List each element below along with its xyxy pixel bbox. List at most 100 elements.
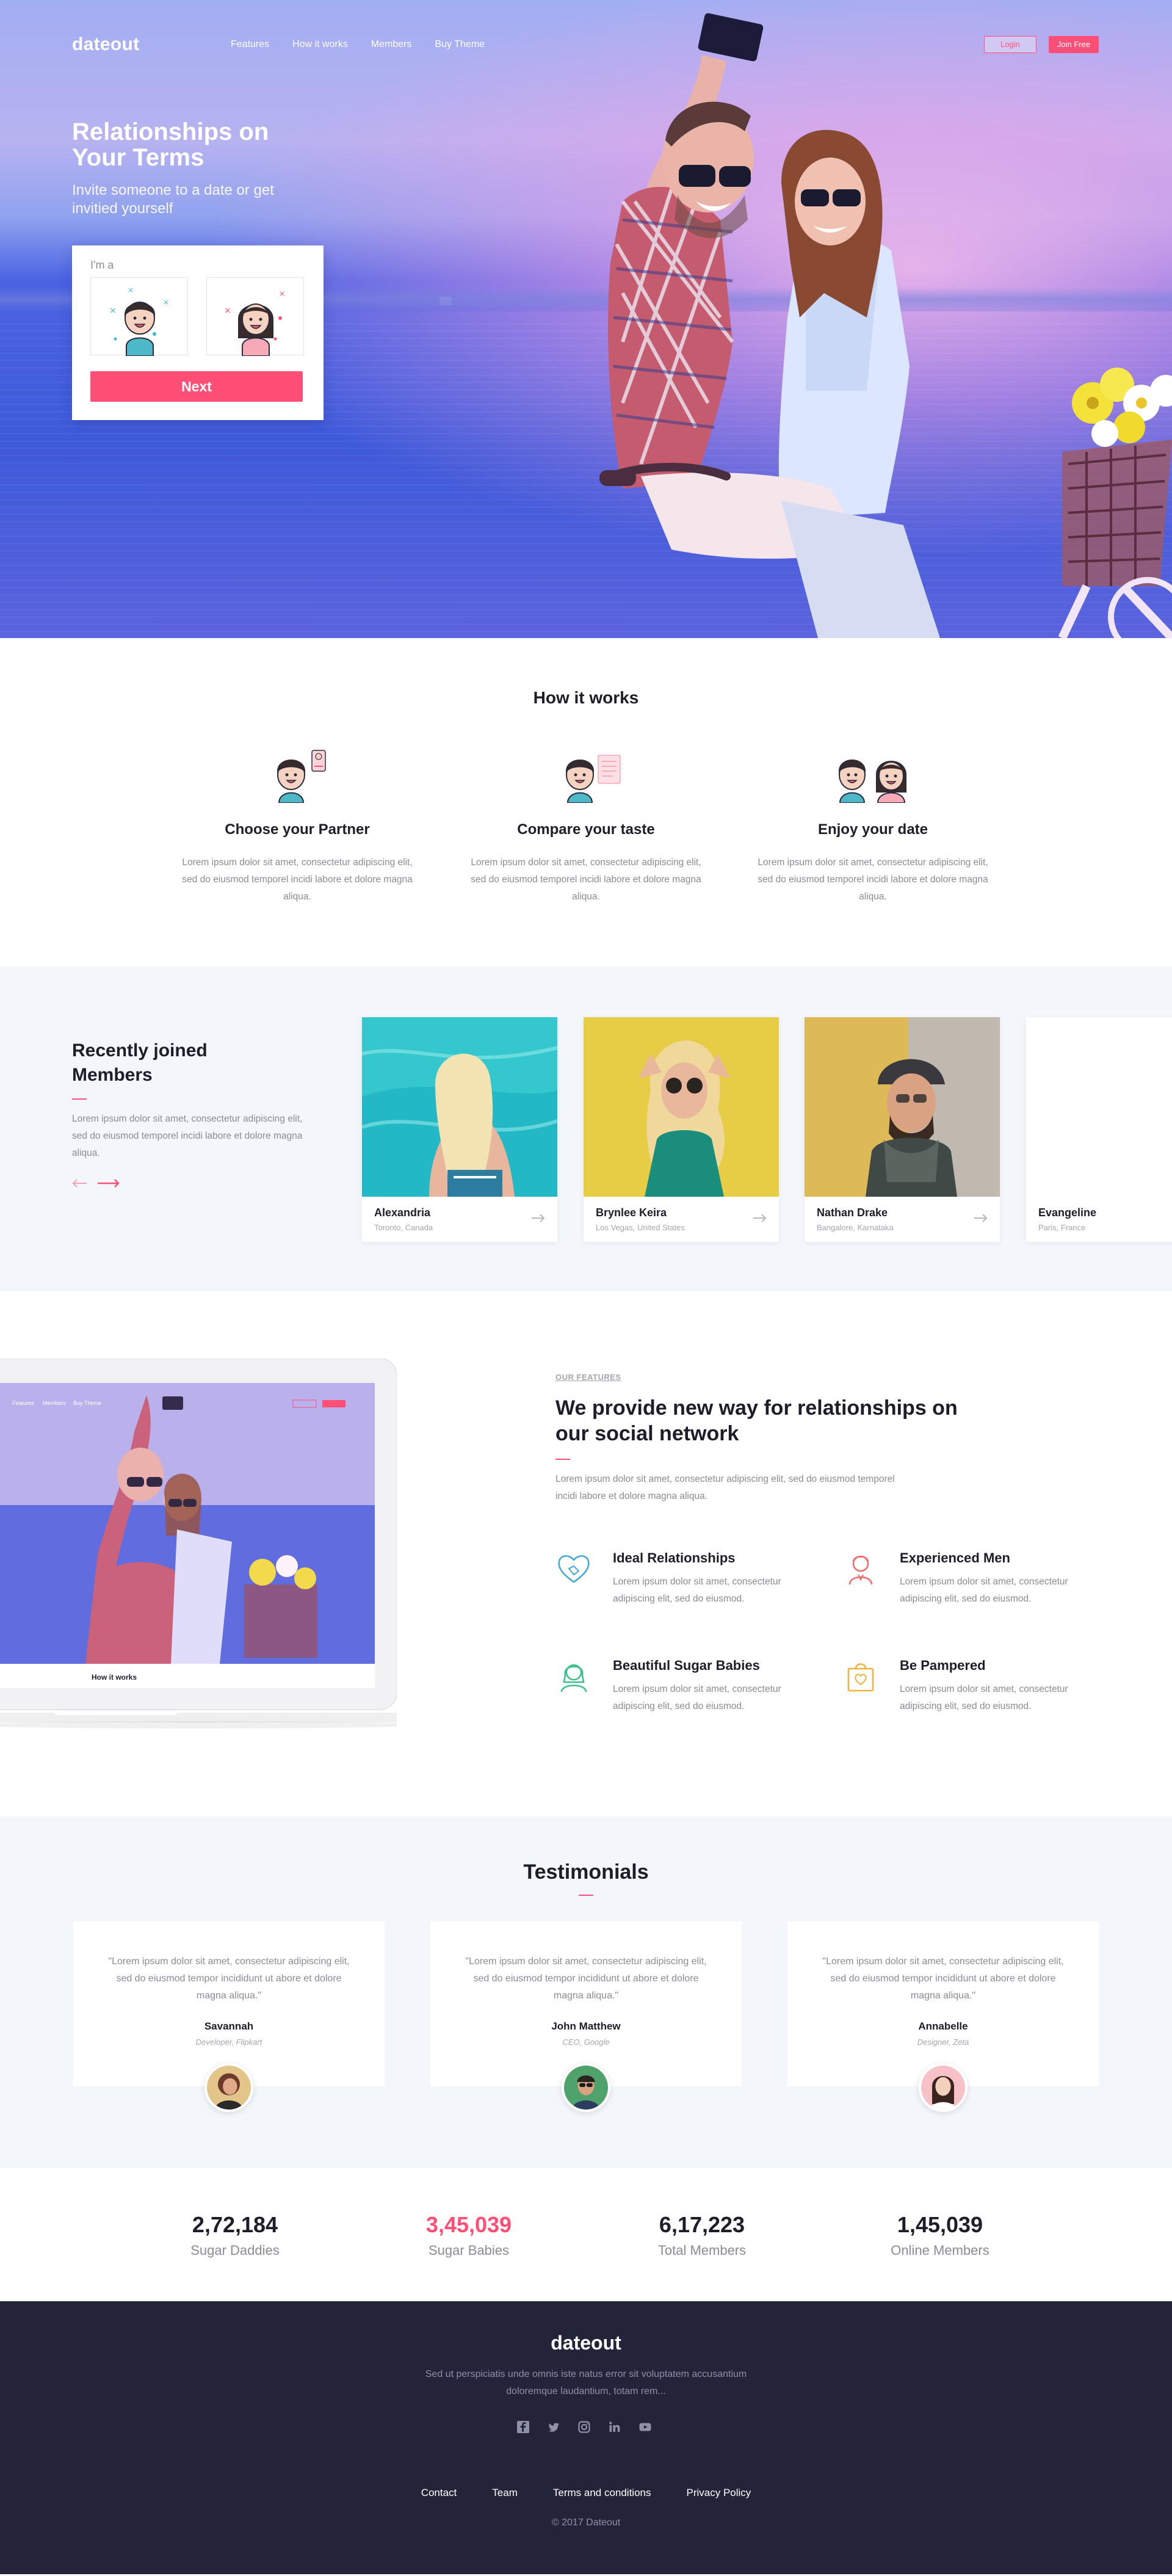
feature-ideal-relationships: Ideal Relationships Lorem ipsum dolor si… bbox=[555, 1550, 812, 1617]
laptop-nav-link: Buy Theme bbox=[73, 1400, 101, 1406]
stat-sugar-babies: 3,45,039 Sugar Babies bbox=[377, 2212, 560, 2259]
footer-link-team[interactable]: Team bbox=[492, 2487, 518, 2499]
avatar bbox=[204, 2063, 253, 2112]
step-title: Compare your taste bbox=[517, 821, 655, 838]
testimonial-name: Savannah bbox=[204, 2020, 254, 2032]
testimonial-card: "Lorem ipsum dolor sit amet, consectetur… bbox=[787, 1921, 1099, 2112]
footer-link-privacy[interactable]: Privacy Policy bbox=[687, 2487, 751, 2499]
avatar bbox=[919, 2063, 968, 2112]
features-section: Features Members Buy Theme How it works … bbox=[0, 1291, 1172, 1816]
woman-icon bbox=[560, 1664, 587, 1693]
feature-description: Lorem ipsum dolor sit amet, consectetur … bbox=[613, 1684, 781, 1711]
step-choose-partner: Choose your Partner Lorem ipsum dolor si… bbox=[181, 742, 413, 905]
testimonial-card: "Lorem ipsum dolor sit amet, consectetur… bbox=[73, 1921, 385, 2112]
arrow-right-icon[interactable] bbox=[973, 1214, 988, 1222]
arrow-left-icon[interactable] bbox=[72, 1179, 88, 1188]
stat-sugar-daddies: 2,72,184 Sugar Daddies bbox=[143, 2212, 327, 2259]
stat-label: Sugar Daddies bbox=[190, 2243, 280, 2258]
step-title: Enjoy your date bbox=[817, 821, 928, 838]
laptop-section-title: How it works bbox=[92, 1673, 137, 1682]
feature-description: Lorem ipsum dolor sit amet, consectetur … bbox=[900, 1684, 1068, 1711]
member-location: Toronto, Canada bbox=[374, 1223, 433, 1232]
recent-members-section: Recently joined Members Lorem ipsum dolo… bbox=[0, 967, 1172, 1291]
member-card[interactable]: Nathan Drake Bangalore, Karnataka bbox=[805, 1017, 1000, 1242]
testimonial-quote: "Lorem ipsum dolor sit amet, consectetur… bbox=[465, 1956, 707, 2001]
arrow-right-icon[interactable] bbox=[96, 1179, 120, 1188]
testimonial-role: Developer, Flipkart bbox=[195, 2037, 262, 2047]
hero-section: dateout Features How it works Members Bu… bbox=[0, 0, 1172, 638]
member-name: Alexandria bbox=[374, 1206, 431, 1219]
step-description: Lorem ipsum dolor sit amet, consectetur … bbox=[182, 857, 413, 902]
stat-label: Sugar Babies bbox=[428, 2243, 510, 2258]
feature-title: Beautiful Sugar Babies bbox=[613, 1658, 760, 1673]
man-avatar-icon: × × × bbox=[109, 286, 169, 356]
feature-description: Lorem ipsum dolor sit amet, consectetur … bbox=[613, 1576, 781, 1604]
social-links bbox=[516, 2420, 652, 2434]
stat-value: 3,45,039 bbox=[425, 2212, 512, 2237]
copyright: © 2017 Dateout bbox=[551, 2517, 621, 2528]
step-description: Lorem ipsum dolor sit amet, consectetur … bbox=[758, 857, 988, 902]
member-card[interactable]: Alexandria Toronto, Canada bbox=[362, 1017, 557, 1242]
instagram-icon[interactable] bbox=[577, 2420, 591, 2434]
choose-partner-icon bbox=[277, 750, 326, 803]
hero-subtitle: Invite someone to a date or get invitied… bbox=[72, 182, 274, 217]
member-location: Paris, France bbox=[1038, 1223, 1086, 1232]
nav-link-members[interactable]: Members bbox=[371, 39, 412, 50]
arrow-right-icon[interactable] bbox=[752, 1214, 767, 1222]
stat-total-members: 6,17,223 Total Members bbox=[610, 2212, 794, 2259]
stat-label: Online Members bbox=[891, 2243, 989, 2258]
testimonials-section: Testimonials "Lorem ipsum dolor sit amet… bbox=[0, 1816, 1172, 2168]
member-name: Evangeline bbox=[1038, 1206, 1097, 1219]
arrow-right-icon[interactable] bbox=[530, 1214, 545, 1222]
join-free-button[interactable]: Join Free bbox=[1049, 36, 1099, 53]
svg-text:×: × bbox=[224, 306, 231, 316]
man-icon bbox=[848, 1555, 873, 1585]
youtube-icon[interactable] bbox=[638, 2420, 652, 2434]
testimonial-quote: "Lorem ipsum dolor sit amet, consectetur… bbox=[822, 1956, 1064, 2001]
login-button[interactable]: Login bbox=[984, 36, 1036, 53]
footer-brand-logo[interactable]: dateout bbox=[0, 2332, 1172, 2354]
avatar bbox=[562, 2063, 610, 2112]
footer-links: Contact Team Terms and conditions Privac… bbox=[0, 2487, 1172, 2499]
member-name: Brynlee Keira bbox=[596, 1206, 667, 1219]
features-description: Lorem ipsum dolor sit amet, consectetur … bbox=[555, 1474, 895, 1501]
svg-text:×: × bbox=[163, 298, 169, 307]
woman-avatar-icon: × × bbox=[224, 289, 285, 356]
member-photo bbox=[1026, 1017, 1172, 1197]
member-photo bbox=[362, 1017, 557, 1197]
accent-divider bbox=[579, 1895, 593, 1896]
footer-link-terms[interactable]: Terms and conditions bbox=[553, 2487, 651, 2499]
twitter-icon[interactable] bbox=[547, 2420, 560, 2434]
hero-title: Relationships on Your Terms bbox=[72, 118, 269, 171]
signup-card: I'm a × × × × × Next bbox=[72, 245, 324, 420]
svg-text:×: × bbox=[109, 306, 117, 316]
stat-online-members: 1,45,039 Online Members bbox=[848, 2212, 1032, 2259]
features-title: We provide new way for relationships on … bbox=[555, 1396, 958, 1445]
hero-couple-photo bbox=[440, 13, 1172, 638]
nav-link-features[interactable]: Features bbox=[231, 39, 269, 50]
testimonial-name: John Matthew bbox=[551, 2020, 621, 2032]
step-description: Lorem ipsum dolor sit amet, consectetur … bbox=[471, 857, 701, 902]
member-card[interactable]: Brynlee Keira Los Vegas, United States bbox=[584, 1017, 779, 1242]
member-location: Bangalore, Karnataka bbox=[817, 1223, 894, 1232]
next-button[interactable]: Next bbox=[90, 371, 303, 402]
feature-title: Ideal Relationships bbox=[613, 1550, 736, 1566]
nav-link-how-it-works[interactable]: How it works bbox=[292, 39, 348, 50]
footer-link-contact[interactable]: Contact bbox=[421, 2487, 457, 2499]
accent-divider bbox=[555, 1459, 570, 1460]
linkedin-icon[interactable] bbox=[608, 2420, 621, 2434]
member-card[interactable]: Evangeline Paris, France bbox=[1026, 1017, 1172, 1242]
compare-taste-icon bbox=[565, 755, 621, 803]
feature-title: Experienced Men bbox=[900, 1550, 1010, 1566]
laptop-nav-link: Members bbox=[43, 1400, 66, 1406]
accent-divider bbox=[72, 1098, 87, 1100]
gender-option-female[interactable]: × × bbox=[206, 277, 304, 356]
members-title: Recently joined Members bbox=[72, 1040, 208, 1085]
stat-label: Total Members bbox=[657, 2243, 747, 2258]
gender-option-male[interactable]: × × × bbox=[90, 277, 188, 356]
facebook-icon[interactable] bbox=[516, 2420, 530, 2434]
brand-logo[interactable]: dateout bbox=[72, 34, 139, 55]
nav-link-buy-theme[interactable]: Buy Theme bbox=[435, 39, 485, 50]
feature-description: Lorem ipsum dolor sit amet, consectetur … bbox=[900, 1576, 1068, 1604]
features-eyebrow: OUR FEATURES bbox=[555, 1373, 621, 1382]
